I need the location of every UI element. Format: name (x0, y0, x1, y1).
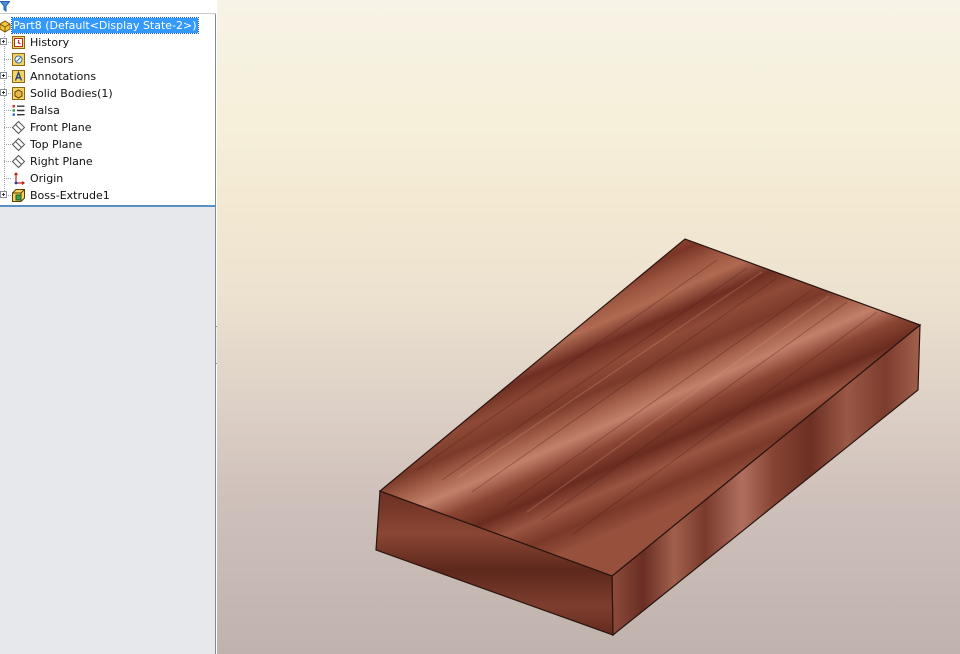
plane-icon (11, 137, 26, 152)
tree-item-right-plane[interactable]: Right Plane (0, 153, 214, 170)
expand-toggle[interactable] (0, 72, 7, 79)
filter-icon[interactable] (0, 1, 10, 12)
solid-bodies-icon (12, 87, 25, 100)
history-icon (12, 36, 25, 49)
tree-item-material-balsa[interactable]: Balsa (0, 102, 214, 119)
wood-block-model[interactable] (217, 0, 960, 654)
tree-item-sensors[interactable]: Sensors (0, 51, 214, 68)
feature-manager-panel: Part8 (Default<Display State-2>) History (0, 0, 216, 654)
filter-bar (0, 0, 216, 14)
origin-icon (14, 172, 25, 185)
tree-item-annotations[interactable]: Annotations (0, 68, 214, 85)
tree-item-history[interactable]: History (0, 34, 214, 51)
boss-extrude-icon (12, 189, 25, 202)
tree-root-part[interactable]: Part8 (Default<Display State-2>) (0, 17, 214, 34)
tree-item-front-plane[interactable]: Front Plane (0, 119, 214, 136)
sensors-icon (12, 53, 25, 66)
annotations-icon (12, 70, 25, 83)
tree-root-label: Part8 (Default<Display State-2>) (11, 17, 199, 34)
material-icon (12, 105, 25, 116)
feature-tree: Part8 (Default<Display State-2>) History (0, 14, 215, 207)
tree-item-boss-extrude1[interactable]: Boss-Extrude1 (0, 187, 214, 204)
graphics-viewport[interactable] (217, 0, 960, 654)
tree-item-top-plane[interactable]: Top Plane (0, 136, 214, 153)
tree-item-origin[interactable]: Origin (0, 170, 214, 187)
expand-toggle[interactable] (0, 191, 7, 198)
tree-item-solid-bodies[interactable]: Solid Bodies(1) (0, 85, 214, 102)
solidworks-window: Part8 (Default<Display State-2>) History (0, 0, 960, 654)
plane-icon (11, 154, 26, 169)
expand-toggle[interactable] (0, 38, 7, 45)
expand-toggle[interactable] (0, 89, 7, 96)
plane-icon (11, 120, 26, 135)
